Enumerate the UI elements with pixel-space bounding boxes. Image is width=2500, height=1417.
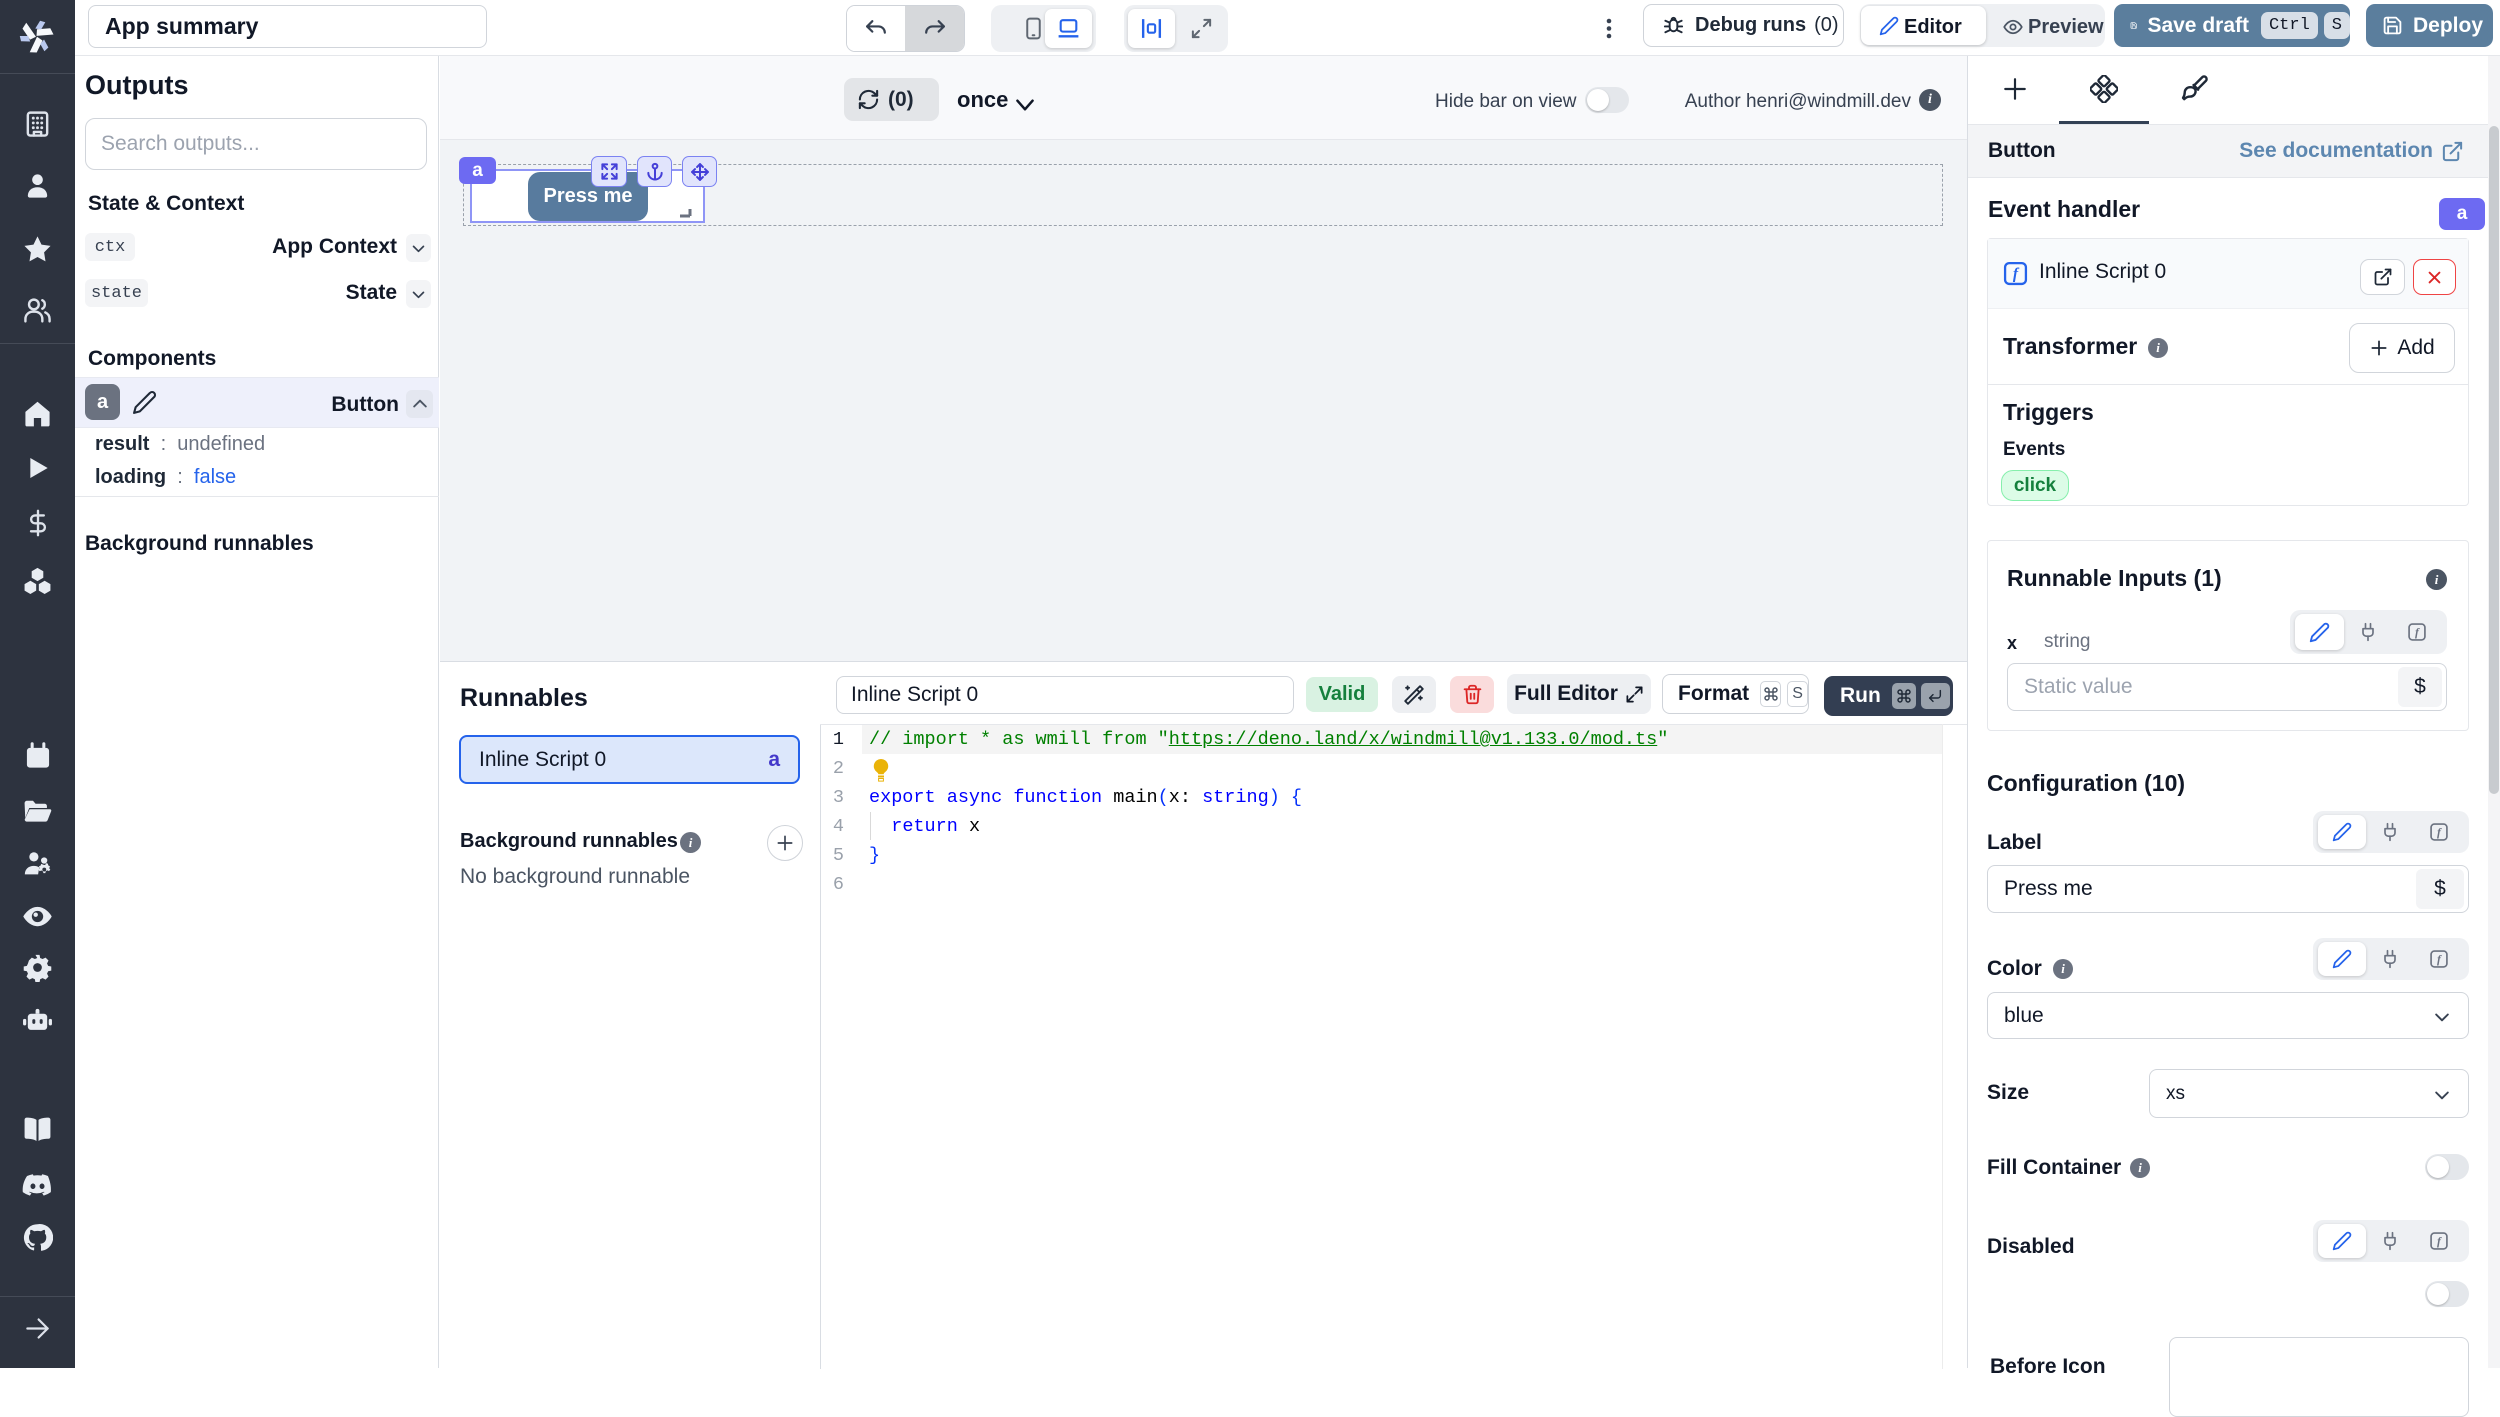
svg-text:f: f — [2013, 266, 2020, 283]
svg-text:f: f — [2415, 626, 2420, 639]
svg-text:f: f — [2437, 953, 2442, 966]
svg-text:f: f — [2437, 1235, 2442, 1248]
svg-text:f: f — [2437, 826, 2442, 839]
